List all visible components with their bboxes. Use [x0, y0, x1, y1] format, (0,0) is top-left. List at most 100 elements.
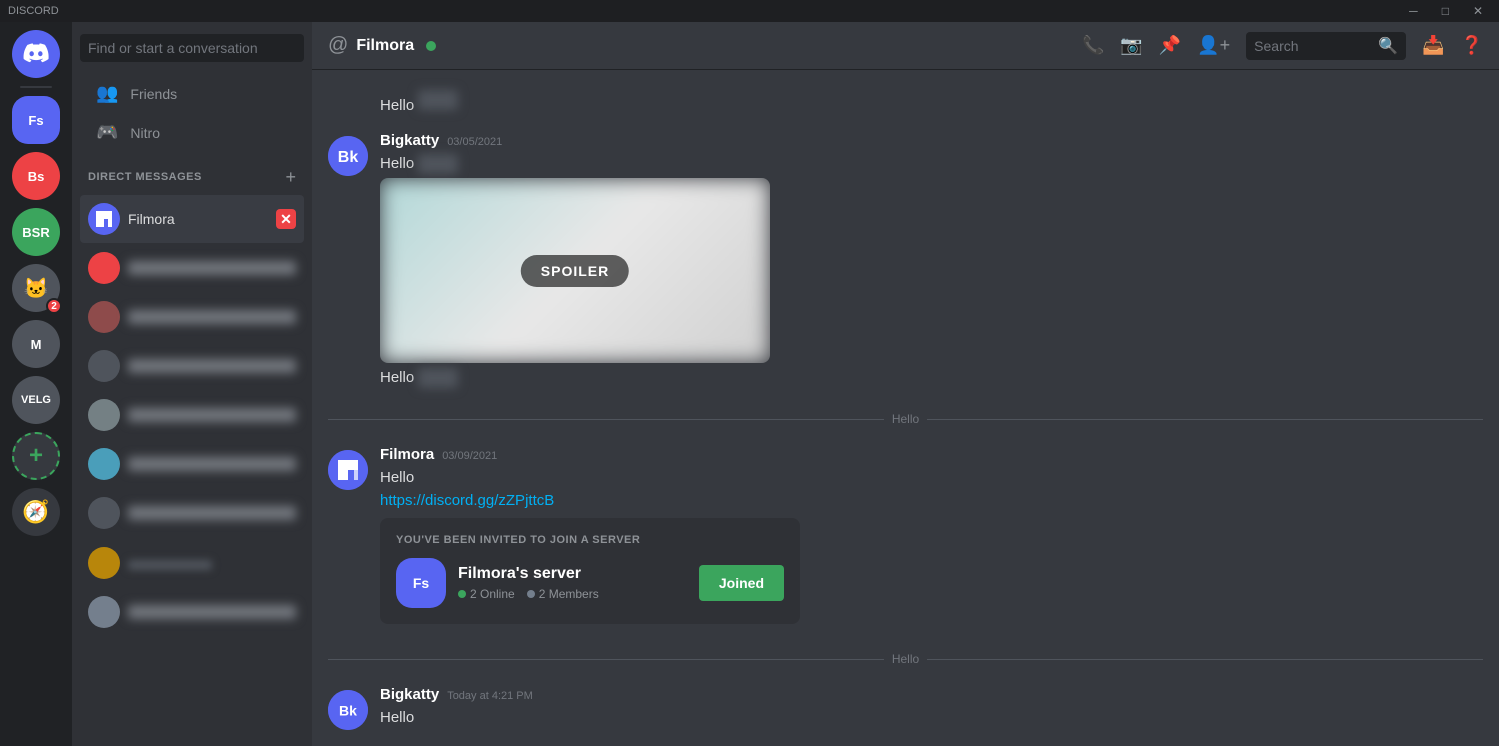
- dm-list: Filmora ✕: [72, 194, 312, 746]
- server-icon-m[interactable]: M: [12, 320, 60, 368]
- titlebar: DISCORD ─ □ ✕: [0, 0, 1499, 22]
- dm-section-header: DIRECT MESSAGES +: [80, 168, 304, 186]
- at-sign-icon: @: [328, 34, 348, 57]
- minimize-btn[interactable]: ─: [1401, 4, 1426, 18]
- server-sidebar: Fs Bs BSR 🐱 2 M VELG + 🧭: [0, 22, 72, 746]
- message-group-top: Hello: [312, 86, 1499, 120]
- dm-search-input[interactable]: [80, 34, 304, 62]
- blurred-name-5: [128, 457, 296, 471]
- blurred-name-6: [128, 506, 296, 520]
- invite-server-stats: 2 Online 2 Members: [458, 587, 687, 601]
- maximize-btn[interactable]: □: [1434, 4, 1457, 18]
- server-icon-home[interactable]: [12, 30, 60, 78]
- dm-item-filmora[interactable]: Filmora ✕: [80, 195, 304, 243]
- nav-nitro[interactable]: 🎮 Nitro: [80, 114, 304, 151]
- dm-item-blurred-2[interactable]: [80, 293, 304, 341]
- dm-item-blurred-1[interactable]: [80, 244, 304, 292]
- bigkatty-timestamp: 03/05/2021: [447, 136, 502, 148]
- close-btn[interactable]: ✕: [1465, 4, 1491, 18]
- divider-line-right: [927, 419, 1483, 420]
- header-search: 🔍: [1246, 32, 1406, 60]
- bigkatty-blurred-2: [418, 368, 458, 388]
- blurred-avatar-8: [88, 596, 120, 628]
- server-icon-bs[interactable]: Bs: [12, 152, 60, 200]
- filmora-msg-avatar: [328, 450, 368, 490]
- server-icon-cat-wrapper: 🐱 2: [12, 264, 60, 312]
- invite-link[interactable]: https://discord.gg/zZPjttcB: [380, 492, 554, 509]
- close-dm-btn[interactable]: ✕: [276, 209, 296, 229]
- notification-badge: 2: [46, 298, 62, 314]
- server-divider: [20, 86, 52, 88]
- messages-list: Hello Bk Bigkatty 03/05/2021: [312, 70, 1499, 746]
- nav-friends[interactable]: 👥 Friends: [80, 75, 304, 112]
- online-stat: 2 Online: [458, 587, 515, 601]
- video-btn[interactable]: 📷: [1120, 35, 1142, 56]
- member-dot: [527, 590, 535, 598]
- server-icon-bsr-wrapper: BSR: [12, 208, 60, 256]
- help-btn[interactable]: ❓: [1461, 35, 1483, 56]
- blurred-avatar-6: [88, 497, 120, 529]
- friends-icon: 👥: [96, 83, 118, 104]
- main-chat: @ Filmora 📞 📷 📌 👤+ 🔍 📥 ❓: [312, 22, 1499, 746]
- bigkatty-today-timestamp: Today at 4:21 PM: [447, 690, 533, 702]
- member-stat: 2 Members: [527, 587, 599, 601]
- bigkatty-today-header: Bigkatty Today at 4:21 PM: [380, 686, 1483, 703]
- explore-btn[interactable]: 🧭: [12, 488, 60, 536]
- join-server-btn[interactable]: Joined: [699, 565, 784, 601]
- server-icon-fs[interactable]: Fs: [12, 96, 60, 144]
- blurred-avatar-2: [88, 301, 120, 333]
- header-actions: 📞 📷 📌 👤+ 🔍 📥 ❓: [1082, 32, 1483, 60]
- svg-text:Bk: Bk: [339, 703, 357, 719]
- dm-section-title: DIRECT MESSAGES: [88, 171, 202, 183]
- bigkatty-after-text: Hello: [380, 367, 1483, 388]
- online-dot: [458, 590, 466, 598]
- invite-card-body: Fs Filmora's server 2 Online 2 Members J…: [396, 558, 784, 608]
- filmora-timestamp: 03/09/2021: [442, 450, 497, 462]
- invite-server-info: Filmora's server 2 Online 2 Members: [458, 565, 687, 601]
- filmora-name: Filmora: [128, 211, 276, 227]
- server-icon-velg[interactable]: VELG: [12, 376, 60, 424]
- bigkatty-hello-text: Hello: [380, 153, 1483, 174]
- dm-item-blurred-5[interactable]: [80, 440, 304, 488]
- add-friend-btn[interactable]: 👤+: [1197, 35, 1230, 56]
- bigkatty-msg-content: Bigkatty 03/05/2021 Hello SPOILER Hello: [380, 132, 1483, 392]
- dm-item-blurred-6[interactable]: [80, 489, 304, 537]
- divider-line-left-2: [328, 659, 884, 660]
- dm-item-blurred-4[interactable]: [80, 391, 304, 439]
- divider-text-march13: Hello: [892, 652, 919, 666]
- blurred-name-4: [128, 408, 296, 422]
- invite-card: YOU'VE BEEN INVITED TO JOIN A SERVER Fs …: [380, 518, 800, 624]
- invite-server-icon: Fs: [396, 558, 446, 608]
- chat-header: @ Filmora 📞 📷 📌 👤+ 🔍 📥 ❓: [312, 22, 1499, 70]
- blurred-avatar-5: [88, 448, 120, 480]
- inbox-btn[interactable]: 📥: [1422, 35, 1444, 56]
- divider-line-left: [328, 419, 884, 420]
- phone-btn[interactable]: 📞: [1082, 35, 1104, 56]
- divider-text-march9: Hello: [892, 412, 919, 426]
- msg-text-blurred-top: [418, 90, 458, 110]
- dm-item-blurred-3[interactable]: [80, 342, 304, 390]
- spoiler-image[interactable]: SPOILER: [380, 178, 770, 363]
- app-title: DISCORD: [8, 5, 59, 17]
- dm-item-blurred-7[interactable]: [80, 539, 304, 587]
- server-icon-bsr[interactable]: BSR: [12, 208, 60, 256]
- chat-header-name: Filmora: [356, 37, 414, 55]
- nitro-icon: 🎮: [96, 122, 118, 143]
- msg-content-top: Hello: [380, 90, 1483, 116]
- add-dm-btn[interactable]: +: [285, 168, 296, 186]
- search-input[interactable]: [1254, 38, 1372, 54]
- dm-item-blurred-8[interactable]: [80, 588, 304, 636]
- bigkatty-avatar: Bk: [328, 136, 368, 176]
- bigkatty-today-content: Bigkatty Today at 4:21 PM Hello: [380, 686, 1483, 732]
- date-divider-march9: Hello: [312, 404, 1499, 434]
- blurred-name-2: [128, 310, 296, 324]
- invite-card-header: YOU'VE BEEN INVITED TO JOIN A SERVER: [396, 534, 784, 546]
- pin-btn[interactable]: 📌: [1159, 35, 1181, 56]
- bigkatty-today-avatar: Bk: [328, 690, 368, 730]
- nitro-label: Nitro: [130, 125, 160, 141]
- search-icon: 🔍: [1378, 36, 1398, 56]
- add-server-btn[interactable]: +: [12, 432, 60, 480]
- filmora-hello-text: Hello: [380, 467, 1483, 488]
- friends-label: Friends: [130, 86, 177, 102]
- bigkatty-blurred: [418, 154, 458, 174]
